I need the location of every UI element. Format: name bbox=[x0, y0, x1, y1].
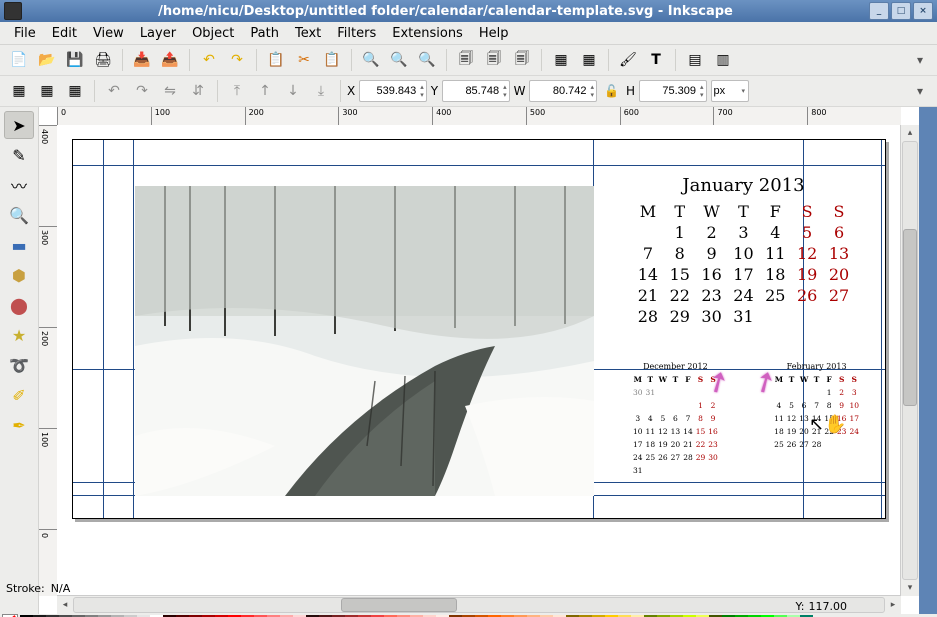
star-tool[interactable]: ★ bbox=[4, 321, 34, 349]
rotate-ccw-t[interactable]: ↶ bbox=[101, 78, 127, 104]
menu-object[interactable]: Object bbox=[184, 22, 242, 44]
canvas-hscroll[interactable]: ◂▸ bbox=[57, 595, 901, 614]
import-button[interactable]: 📥 bbox=[129, 47, 155, 73]
ruler-horizontal[interactable]: 0100200300400500600700800 bbox=[57, 107, 901, 126]
menu-file[interactable]: File bbox=[6, 22, 44, 44]
h-label: H bbox=[626, 84, 635, 98]
mini-prev: December 2012 MTWTFSS3031123456789101112… bbox=[631, 362, 720, 478]
redo-button[interactable]: ↷ bbox=[224, 47, 250, 73]
canvas-vscroll[interactable]: ▴▾ bbox=[900, 125, 919, 596]
save-button[interactable]: 💾 bbox=[62, 47, 88, 73]
raise-top-t[interactable]: ⤒ bbox=[224, 78, 250, 104]
window-title: /home/nicu/Desktop/untitled folder/calen… bbox=[28, 4, 863, 19]
menu-text[interactable]: Text bbox=[287, 22, 329, 44]
xml-button[interactable]: ▤ bbox=[682, 47, 708, 73]
menu-extensions[interactable]: Extensions bbox=[384, 22, 471, 44]
select-layers-t[interactable]: ▦ bbox=[34, 78, 60, 104]
print-button[interactable]: 🖨 bbox=[90, 47, 116, 73]
calendar-main: January 2013 MTWTFSS12345678910111213141… bbox=[631, 175, 856, 328]
group-button[interactable]: ▦ bbox=[548, 47, 574, 73]
3dbox-tool[interactable]: ⬢ bbox=[4, 261, 34, 289]
tweak-tool[interactable]: 〰 bbox=[4, 171, 34, 199]
zoom-drawing-button[interactable]: 🔍 bbox=[414, 47, 440, 73]
x-input[interactable]: ▴▾ bbox=[359, 80, 427, 102]
tool-controls-bar: ▦ ▦ ▦ ↶ ↷ ⇋ ⇵ ⤒ ↑ ↓ ⤓ X ▴▾ Y ▴▾ W ▴▾ 🔓 H… bbox=[0, 76, 937, 107]
menu-filters[interactable]: Filters bbox=[329, 22, 384, 44]
lower-bottom-t[interactable]: ⤓ bbox=[308, 78, 334, 104]
ungroup-button[interactable]: ▦ bbox=[576, 47, 602, 73]
selector-tool[interactable]: ➤ bbox=[4, 111, 34, 139]
lower-t[interactable]: ↓ bbox=[280, 78, 306, 104]
maximize-button[interactable]: □ bbox=[891, 2, 911, 20]
ruler-vertical[interactable]: 4003002001000 bbox=[39, 125, 58, 596]
mini-calendars: December 2012 MTWTFSS3031123456789101112… bbox=[631, 362, 861, 478]
menu-help[interactable]: Help bbox=[471, 22, 517, 44]
inkscape-icon bbox=[4, 2, 22, 20]
x-label: X bbox=[347, 84, 355, 98]
canvas[interactable]: January 2013 MTWTFSS12345678910111213141… bbox=[57, 125, 901, 596]
spiral-tool[interactable]: ➰ bbox=[4, 351, 34, 379]
unit-select[interactable]: ▾ bbox=[711, 80, 749, 102]
main-toolbar: 📄 📂 💾 🖨 📥 📤 ↶ ↷ 📋 ✂ 📋 🔍 🔍 🔍 🗐 🗐 🗐 ▦ ▦ 🖌 … bbox=[0, 45, 937, 76]
photo-placeholder bbox=[135, 186, 594, 496]
select-all-t[interactable]: ▦ bbox=[6, 78, 32, 104]
y-label: Y bbox=[431, 84, 438, 98]
menu-path[interactable]: Path bbox=[242, 22, 287, 44]
y-input[interactable]: ▴▾ bbox=[442, 80, 510, 102]
docked-dialogs[interactable] bbox=[919, 107, 937, 614]
close-button[interactable]: × bbox=[913, 2, 933, 20]
stroke-value: N/A bbox=[51, 582, 91, 595]
coords-controls: X ▴▾ Y ▴▾ W ▴▾ 🔓 H ▴▾ ▾ bbox=[347, 80, 749, 102]
clone-button[interactable]: 🗐 bbox=[481, 47, 507, 73]
new-button[interactable]: 📄 bbox=[6, 47, 32, 73]
paste-button[interactable]: 📋 bbox=[319, 47, 345, 73]
controls-overflow[interactable]: ▾ bbox=[909, 80, 931, 102]
duplicate-button[interactable]: 🗐 bbox=[453, 47, 479, 73]
svg-page: January 2013 MTWTFSS12345678910111213141… bbox=[72, 139, 886, 519]
w-input[interactable]: ▴▾ bbox=[529, 80, 597, 102]
h-input[interactable]: ▴▾ bbox=[639, 80, 707, 102]
rotate-cw-t[interactable]: ↷ bbox=[129, 78, 155, 104]
status-y-label: Y: bbox=[796, 600, 805, 613]
cut-button[interactable]: ✂ bbox=[291, 47, 317, 73]
calendar-title: January 2013 bbox=[631, 175, 856, 196]
open-button[interactable]: 📂 bbox=[34, 47, 60, 73]
menu-edit[interactable]: Edit bbox=[44, 22, 85, 44]
raise-t[interactable]: ↑ bbox=[252, 78, 278, 104]
copy-button[interactable]: 📋 bbox=[263, 47, 289, 73]
zoom-page-button[interactable]: 🔍 bbox=[386, 47, 412, 73]
rect-tool[interactable]: ▬ bbox=[4, 231, 34, 259]
pencil-tool[interactable]: ✐ bbox=[4, 381, 34, 409]
lock-icon[interactable]: 🔓 bbox=[601, 84, 622, 98]
unlink-button[interactable]: 🗐 bbox=[509, 47, 535, 73]
stroke-label: Stroke: bbox=[6, 582, 45, 595]
deselect-t[interactable]: ▦ bbox=[62, 78, 88, 104]
zoom-tool[interactable]: 🔍 bbox=[4, 201, 34, 229]
export-button[interactable]: 📤 bbox=[157, 47, 183, 73]
flip-v-t[interactable]: ⇵ bbox=[185, 78, 211, 104]
titlebar: /home/nicu/Desktop/untitled folder/calen… bbox=[0, 0, 937, 22]
w-label: W bbox=[514, 84, 526, 98]
node-tool[interactable]: ✎ bbox=[4, 141, 34, 169]
menu-view[interactable]: View bbox=[85, 22, 132, 44]
toolbox: ➤ ✎ 〰 🔍 ▬ ⬢ ⬤ ★ ➰ ✐ ✒ bbox=[0, 107, 39, 614]
minimize-button[interactable]: _ bbox=[869, 2, 889, 20]
text-dialog-button[interactable]: T bbox=[643, 47, 669, 73]
flip-h-t[interactable]: ⇋ bbox=[157, 78, 183, 104]
mini-next: February 2013 MTWTFSS1234567891011121314… bbox=[772, 362, 861, 478]
canvas-area: 0100200300400500600700800 4003002001000 bbox=[39, 107, 919, 614]
menu-layer[interactable]: Layer bbox=[132, 22, 184, 44]
zoom-in-button[interactable]: 🔍 bbox=[358, 47, 384, 73]
undo-button[interactable]: ↶ bbox=[196, 47, 222, 73]
ellipse-tool[interactable]: ⬤ bbox=[4, 291, 34, 319]
bezier-tool[interactable]: ✒ bbox=[4, 411, 34, 439]
fill-stroke-button[interactable]: 🖌 bbox=[615, 47, 641, 73]
status-y: 117.00 bbox=[809, 600, 848, 613]
align-button[interactable]: ▥ bbox=[710, 47, 736, 73]
menubar: FileEditViewLayerObjectPathTextFiltersEx… bbox=[0, 22, 937, 45]
toolbar-overflow[interactable]: ▾ bbox=[909, 49, 931, 71]
